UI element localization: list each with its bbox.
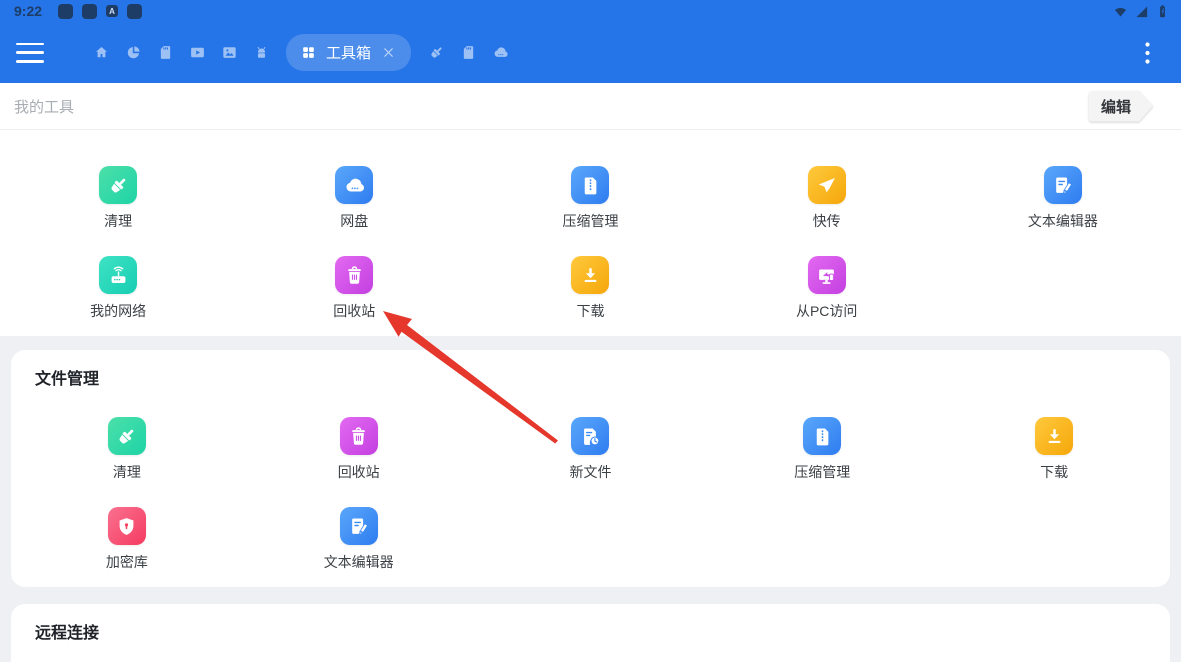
tab-sdcard-icon[interactable] (152, 40, 178, 66)
file-management-card: 文件管理 清理 回收站 新文件 压缩管理 下载加密库 文本编辑器 (11, 350, 1170, 587)
tool-label: 加密库 (106, 554, 148, 571)
brush-icon (99, 166, 137, 204)
tool-label: 清理 (104, 213, 132, 230)
tab-video-icon[interactable] (184, 40, 210, 66)
vault-icon (108, 507, 146, 545)
remote-connection-card: 远程连接 (11, 604, 1170, 662)
tab-image-icon[interactable] (216, 40, 242, 66)
toolbar: 工具箱 (0, 22, 1181, 83)
editdoc-icon (1044, 166, 1082, 204)
tool-item[interactable]: 回收站 (243, 401, 475, 491)
notification-icons: A (58, 4, 142, 19)
tool-label: 文本编辑器 (1028, 213, 1098, 230)
app-notification-icon (58, 4, 73, 19)
tab-brush-icon[interactable] (423, 40, 449, 66)
tool-item[interactable]: 压缩管理 (706, 401, 938, 491)
tool-item[interactable]: 文本编辑器 (243, 491, 475, 581)
tool-label: 我的网络 (90, 303, 146, 320)
tool-item[interactable]: 下载 (472, 240, 708, 330)
trash-icon (335, 256, 373, 294)
grid-icon (301, 45, 316, 60)
tool-label: 回收站 (338, 464, 380, 481)
tool-label: 压缩管理 (562, 213, 618, 230)
close-icon[interactable] (381, 45, 396, 60)
tool-label: 回收站 (333, 303, 375, 320)
app-notification-icon (82, 4, 97, 19)
status-right-icons (1112, 3, 1171, 20)
tool-item[interactable]: 加密库 (11, 491, 243, 581)
tab-home-icon[interactable] (88, 40, 114, 66)
status-time: 9:22 (14, 3, 42, 19)
trash-icon (340, 417, 378, 455)
active-tab-label: 工具箱 (326, 42, 371, 63)
section-title: 文件管理 (11, 350, 1170, 389)
tool-item[interactable]: 清理 (0, 150, 236, 240)
edit-button-label: 编辑 (1089, 91, 1153, 122)
tool-label: 网盘 (340, 213, 368, 230)
tool-label: 清理 (113, 464, 141, 481)
hamburger-menu-icon[interactable] (16, 43, 44, 63)
cloud-icon (335, 166, 373, 204)
screen: 9:22 A 工具箱 我的工具 编辑 清理网盘压缩管理快传文本编辑器我的网络回收… (0, 0, 1181, 662)
active-tab-toolbox[interactable]: 工具箱 (286, 34, 411, 71)
tab-pie-chart-icon[interactable] (120, 40, 146, 66)
tool-item[interactable]: 从PC访问 (709, 240, 945, 330)
tab-strip: 工具箱 (88, 34, 513, 71)
my-tools-section: 我的工具 编辑 清理 网盘 压缩管理 快传 文本编辑器我的网络 回收站 下载 从PC访问 (0, 83, 1181, 336)
tool-label: 压缩管理 (794, 464, 850, 481)
tool-item[interactable]: 新文件 (475, 401, 707, 491)
app-notification-a-icon: A (106, 5, 118, 17)
tool-item[interactable]: 网盘 (236, 150, 472, 240)
editdoc-icon (340, 507, 378, 545)
page-title: 我的工具 (14, 96, 74, 117)
tool-item[interactable]: 压缩管理 (472, 150, 708, 240)
tool-label: 下载 (1040, 464, 1068, 481)
edit-button[interactable]: 编辑 (1089, 91, 1153, 122)
tool-label: 新文件 (569, 464, 611, 481)
file-management-grid: 清理 回收站 新文件 压缩管理 下载加密库 文本编辑器 (11, 389, 1170, 581)
tool-item[interactable]: 快传 (709, 150, 945, 240)
tool-label: 下载 (576, 303, 604, 320)
pc-icon (808, 256, 846, 294)
tab-cloud-icon[interactable] (487, 40, 513, 66)
tool-item[interactable]: 下载 (938, 401, 1170, 491)
tool-item[interactable]: 清理 (11, 401, 243, 491)
newfile-icon (571, 417, 609, 455)
wifi-icon (1112, 3, 1129, 20)
battery-charging-icon (1154, 3, 1171, 20)
zip-icon (803, 417, 841, 455)
tool-label: 从PC访问 (796, 303, 857, 320)
section-title: 远程连接 (11, 604, 1170, 643)
zip-icon (571, 166, 609, 204)
brush-icon (108, 417, 146, 455)
tool-item[interactable]: 文本编辑器 (945, 150, 1181, 240)
status-bar: 9:22 A (0, 0, 1181, 22)
signal-icon (1133, 3, 1150, 20)
tab-android-icon[interactable] (248, 40, 274, 66)
tool-item[interactable]: 我的网络 (0, 240, 236, 330)
download-icon (571, 256, 609, 294)
tab-sdcard-icon[interactable] (455, 40, 481, 66)
router-icon (99, 256, 137, 294)
tool-label: 快传 (813, 213, 841, 230)
tool-label: 文本编辑器 (324, 554, 394, 571)
my-tools-header: 我的工具 编辑 (0, 83, 1181, 130)
tool-item[interactable]: 回收站 (236, 240, 472, 330)
plane-icon (808, 166, 846, 204)
download-icon (1035, 417, 1073, 455)
three-dot-menu-icon[interactable] (1135, 40, 1159, 66)
my-tools-grid: 清理 网盘 压缩管理 快传 文本编辑器我的网络 回收站 下载 从PC访问 (0, 130, 1181, 330)
app-notification-icon (127, 4, 142, 19)
